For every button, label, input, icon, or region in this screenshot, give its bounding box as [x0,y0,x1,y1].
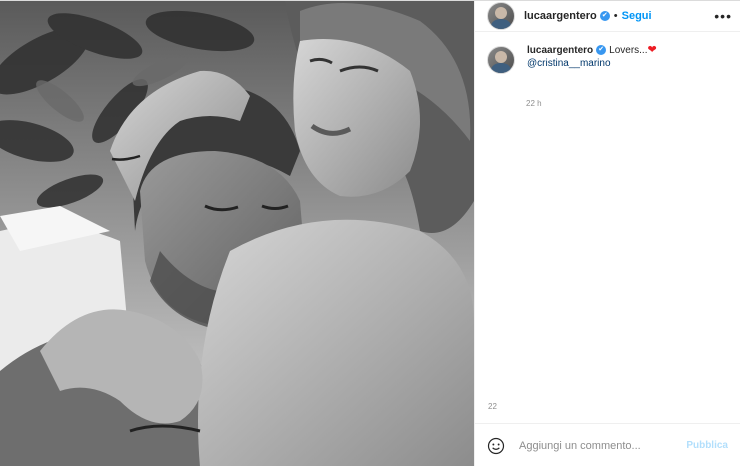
caption-timestamp: 22 h [526,99,542,108]
publish-button[interactable]: Pubblica [686,440,728,451]
post-photo-image [0,1,474,466]
author-username[interactable]: lucaargentero [524,10,597,22]
caption-verified-badge-icon: ✔ [596,45,607,56]
caption-username[interactable]: lucaargentero [527,45,593,56]
more-options-icon[interactable]: ••• [714,8,732,24]
caption-body: lucaargentero ✔ Lovers...❤ @cristina__mari… [527,44,657,74]
comment-bar: Pubblica [475,423,740,466]
post-timestamp: 22 [488,402,497,411]
post-photo[interactable] [0,1,474,466]
follow-button[interactable]: Segui [622,10,652,22]
emoji-icon[interactable] [487,437,505,455]
caption-text: Lovers... [609,45,648,56]
caption-mention-link[interactable]: @cristina__marino [527,57,657,70]
post-side-panel: lucaargentero ✔ • Segui ••• lucaargenter… [474,1,740,466]
heart-emoji-icon: ❤ [647,44,657,56]
header-separator: • [613,10,618,22]
post-header: lucaargentero ✔ • Segui ••• [475,1,740,32]
instagram-post: lucaargentero ✔ • Segui ••• lucaargenter… [0,0,740,466]
caption-avatar[interactable] [487,46,515,74]
author-avatar[interactable] [487,2,515,30]
verified-badge-icon: ✔ [599,11,610,21]
post-caption: lucaargentero ✔ Lovers...❤ @cristina__mari… [475,32,740,74]
comment-input[interactable] [517,438,687,453]
